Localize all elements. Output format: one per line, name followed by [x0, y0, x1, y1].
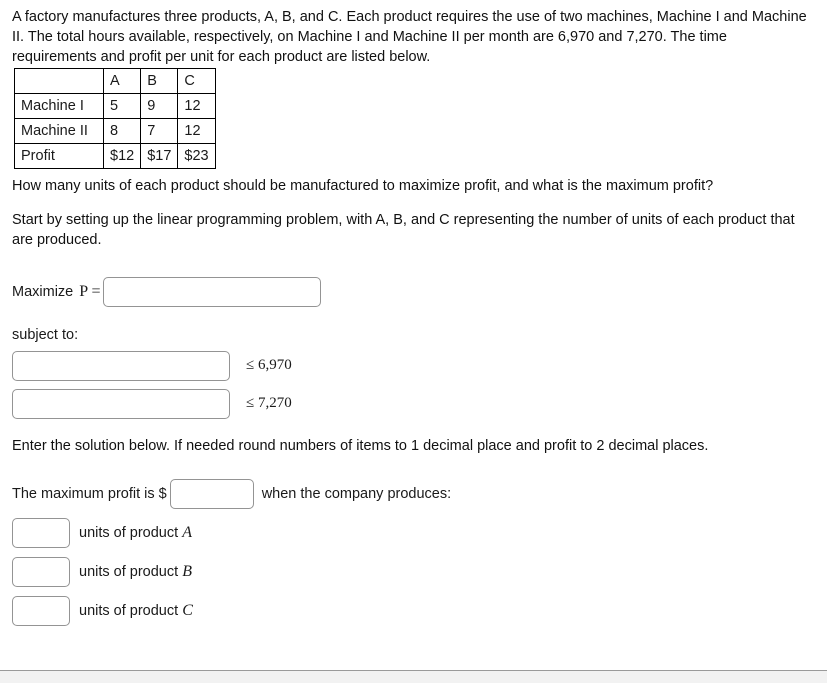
- problem-intro-text: A factory manufactures three products, A…: [12, 9, 807, 65]
- max-profit-suffix: when the company produces:: [261, 485, 452, 502]
- footer-strip: [0, 671, 827, 683]
- cell-machine1-b: 9: [140, 92, 179, 119]
- row-label-machine-2: Machine II: [14, 117, 104, 144]
- row-label-profit: Profit: [14, 142, 104, 170]
- table-row: Profit $12 $17 $23: [14, 142, 216, 170]
- problem-question-text: How many units of each product should be…: [12, 178, 714, 195]
- max-profit-input[interactable]: [169, 478, 254, 509]
- cell-machine2-c: 12: [177, 117, 216, 144]
- objective-row: Maximize P =: [12, 276, 815, 307]
- constraint-row: ≤ 6,970: [12, 350, 815, 381]
- solution-instructions: Enter the solution below. If needed roun…: [12, 437, 709, 454]
- constraint-row: ≤ 7,270: [12, 388, 815, 419]
- objective-symbol: P =: [79, 282, 101, 300]
- cell-machine1-a: 5: [102, 92, 142, 119]
- maximize-label: Maximize: [12, 283, 74, 300]
- constraint-1-input[interactable]: [12, 350, 230, 381]
- table-col-header-b: B: [140, 67, 179, 94]
- requirements-table: A B C Machine I 5 9 12 Machine II 8 7 12…: [14, 67, 216, 170]
- units-b-text: units of product: [79, 563, 179, 580]
- cell-machine1-c: 12: [177, 92, 216, 119]
- table-row: Machine II 8 7 12: [14, 117, 216, 144]
- units-c-text: units of product: [79, 602, 179, 619]
- cell-machine2-b: 7: [140, 117, 179, 144]
- constraint-1-rhs: ≤ 6,970: [246, 357, 292, 374]
- constraint-2-input[interactable]: [12, 388, 230, 419]
- problem-setup-text: Start by setting up the linear programmi…: [12, 211, 795, 248]
- max-profit-row: The maximum profit is $ when the company…: [12, 478, 815, 509]
- subject-to-label: subject to:: [12, 326, 79, 343]
- table-col-header-a: A: [102, 67, 142, 94]
- units-product-c-label: units of product C: [79, 602, 193, 620]
- units-a-variable: A: [182, 523, 192, 541]
- units-row-b: units of product B: [12, 556, 815, 587]
- units-row-a: units of product A: [12, 517, 815, 548]
- units-a-text: units of product: [79, 524, 179, 541]
- dollar-sign-label: $: [158, 485, 167, 502]
- table-corner-cell: [14, 67, 104, 94]
- problem-page: A factory manufactures three products, A…: [0, 0, 827, 626]
- page-footer-bar: [0, 670, 827, 683]
- units-row-c: units of product C: [12, 595, 815, 626]
- table-col-header-c: C: [177, 67, 216, 94]
- constraint-2-rhs: ≤ 7,270: [246, 395, 292, 412]
- units-b-variable: B: [182, 562, 192, 580]
- units-product-a-label: units of product A: [79, 524, 192, 542]
- units-product-b-label: units of product B: [79, 563, 192, 581]
- table-header-row: A B C: [14, 67, 216, 94]
- max-profit-label: The maximum profit is: [12, 485, 155, 502]
- cell-profit-c: $23: [177, 142, 216, 170]
- row-label-machine-1: Machine I: [14, 92, 104, 119]
- cell-profit-b: $17: [140, 142, 179, 170]
- table-row: Machine I 5 9 12: [14, 92, 216, 119]
- cell-profit-a: $12: [102, 142, 142, 170]
- objective-function-input[interactable]: [102, 276, 321, 307]
- cell-machine2-a: 8: [102, 117, 142, 144]
- units-product-b-input[interactable]: [12, 556, 70, 587]
- units-c-variable: C: [182, 601, 193, 619]
- units-product-a-input[interactable]: [12, 517, 70, 548]
- units-product-c-input[interactable]: [12, 595, 70, 626]
